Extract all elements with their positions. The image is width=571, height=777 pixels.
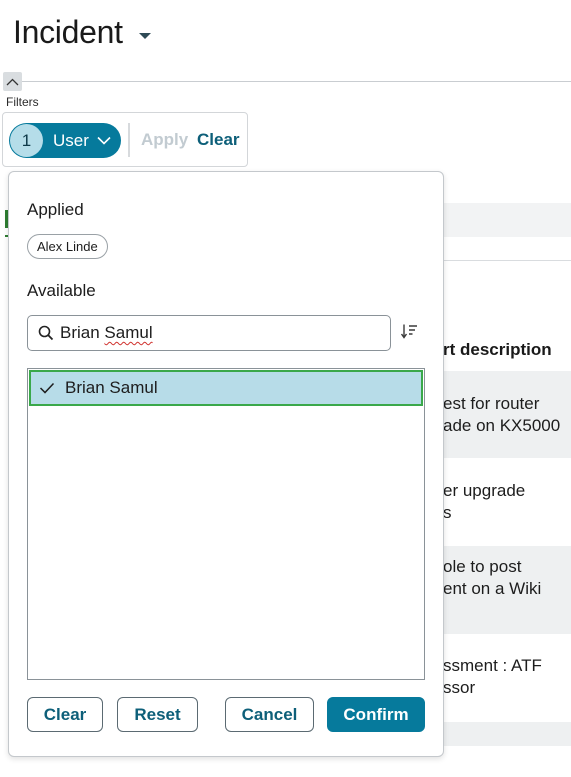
- table-row[interactable]: er upgrade s: [443, 458, 571, 546]
- row-text-line: ent on a Wiki: [443, 579, 542, 598]
- list-item[interactable]: Brian Samul: [29, 370, 423, 406]
- row-text-line: s: [443, 503, 452, 522]
- user-filter-label: User: [53, 130, 89, 150]
- applied-heading: Applied: [27, 200, 84, 219]
- user-filter-popover: Applied Alex Linde Available Brian Samul…: [8, 171, 444, 757]
- checkmark-icon: [39, 382, 55, 394]
- header-divider: [22, 81, 571, 82]
- collapse-filters-button[interactable]: [3, 72, 22, 91]
- confirm-button[interactable]: Confirm: [327, 697, 425, 732]
- row-text-line: ssment : ATF: [443, 656, 542, 675]
- row-text-line: ole to post: [443, 557, 522, 576]
- page-title-text: Incident: [13, 14, 123, 50]
- column-header-short-description[interactable]: rt description: [443, 340, 552, 360]
- user-filter-pill[interactable]: 1 User: [9, 123, 121, 158]
- row-text-line: er upgrade: [443, 481, 526, 500]
- title-caret-down-icon[interactable]: [138, 32, 151, 39]
- table-row[interactable]: est for router ade on KX5000: [443, 371, 571, 458]
- search-value-misspelled-word: Samul: [104, 323, 153, 342]
- available-heading: Available: [27, 281, 96, 300]
- table-toolbar-strip: [443, 203, 571, 237]
- list-item-label: Brian Samul: [65, 378, 158, 397]
- row-text-line: est for router: [443, 394, 540, 413]
- filter-bar: 1 User Apply Clear: [2, 112, 248, 167]
- user-filter-count-badge: 1: [10, 124, 43, 157]
- chevron-up-icon: [6, 78, 19, 85]
- page-title[interactable]: Incident: [13, 14, 151, 51]
- table-row: [443, 722, 571, 746]
- table-row[interactable]: ole to post ent on a Wiki: [443, 546, 571, 634]
- search-value-first-word: Brian: [60, 323, 100, 342]
- filters-label: Filters: [6, 95, 39, 109]
- row-text-line: ade on KX5000: [443, 416, 561, 435]
- clear-button[interactable]: Clear: [27, 697, 103, 732]
- table-row[interactable]: ssment : ATF ssor: [443, 634, 571, 722]
- search-input-value: Brian Samul: [60, 323, 153, 343]
- filter-bar-separator: [128, 123, 130, 157]
- table-divider: [443, 260, 571, 261]
- cancel-button[interactable]: Cancel: [225, 697, 314, 732]
- apply-button[interactable]: Apply: [141, 130, 188, 150]
- search-icon: [38, 325, 54, 341]
- user-search-input[interactable]: Brian Samul: [27, 315, 391, 351]
- reset-button[interactable]: Reset: [117, 697, 198, 732]
- clear-filters-button[interactable]: Clear: [197, 130, 240, 150]
- sort-icon[interactable]: [400, 323, 419, 346]
- chevron-down-icon: [97, 136, 111, 145]
- available-users-list[interactable]: Brian Samul: [27, 368, 425, 680]
- row-text-line: ssor: [443, 678, 476, 697]
- applied-user-chip[interactable]: Alex Linde: [27, 234, 108, 259]
